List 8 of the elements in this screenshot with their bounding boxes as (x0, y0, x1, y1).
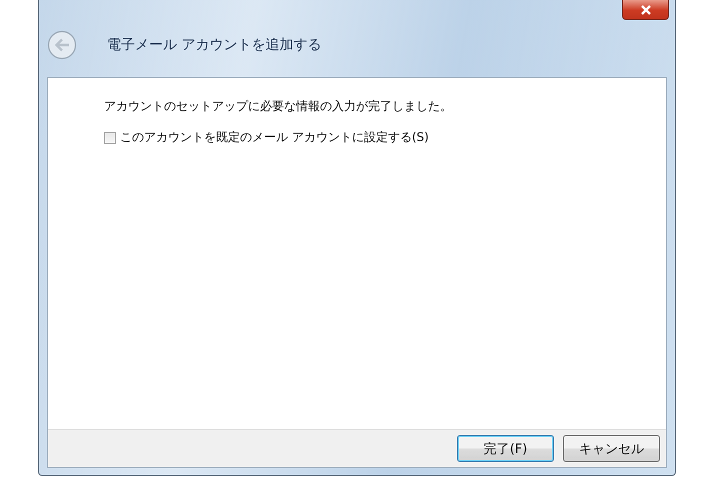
close-button[interactable] (622, 0, 669, 20)
completion-message: アカウントのセットアップに必要な情報の入力が完了しました。 (104, 98, 453, 115)
close-icon (640, 4, 652, 14)
cancel-button[interactable]: キャンセル (563, 435, 660, 462)
checkbox-label: このアカウントを既定のメール アカウントに設定する(S) (120, 129, 429, 146)
finish-button[interactable]: 完了(F) (457, 435, 554, 462)
window-title: 電子メール アカウントを追加する (107, 36, 322, 54)
default-account-checkbox[interactable] (104, 132, 116, 144)
